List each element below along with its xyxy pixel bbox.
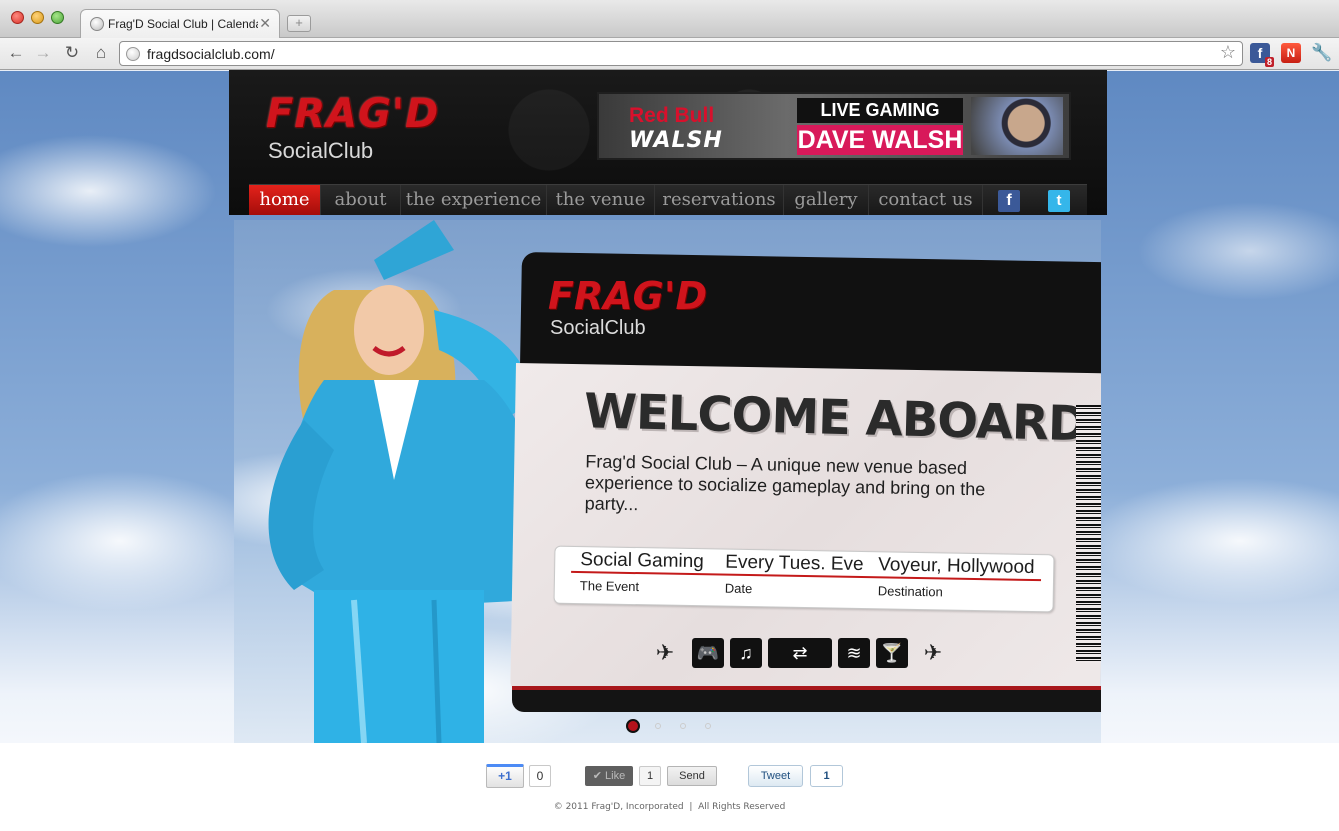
browser-toolbar: ← → ↻ ⌂ fragdsocialclub.com/ ☆ f 8 N 🔧 xyxy=(0,38,1339,70)
window-minimize-button[interactable] xyxy=(31,11,44,24)
nav-gallery[interactable]: gallery xyxy=(784,185,869,215)
copyright-text: © 2011 Frag'D, Incorporated | All Rights… xyxy=(553,802,786,812)
facebook-like-count: 1 xyxy=(639,766,661,786)
url-text[interactable]: fragdsocialclub.com/ xyxy=(147,46,275,62)
window-zoom-button[interactable] xyxy=(51,11,64,24)
twitter-icon[interactable]: t xyxy=(1048,190,1070,212)
facebook-icon[interactable]: f xyxy=(998,190,1020,212)
tab-close-icon[interactable]: ✕ xyxy=(259,15,271,32)
nav-reservations[interactable]: reservations xyxy=(655,185,784,215)
reload-icon[interactable]: ↻ xyxy=(62,43,82,63)
slide-dot-3[interactable] xyxy=(680,723,686,729)
tab-title: Frag'D Social Club | Calendar xyxy=(108,17,258,31)
gamepad-icon: 🎮 xyxy=(692,638,724,668)
ticket-logo: FRAG'D SocialClub xyxy=(548,275,707,340)
ticket-footer xyxy=(512,686,1101,712)
ticket-logo-fragd: FRAG'D xyxy=(548,274,707,318)
logo-socialclub-text: SocialClub xyxy=(268,138,374,163)
nav-contact-us[interactable]: contact us xyxy=(869,185,983,215)
page-footer-area xyxy=(0,743,1339,831)
date-label: Date xyxy=(724,580,753,597)
nav-home[interactable]: home xyxy=(249,185,321,215)
ticket-barcode xyxy=(1076,405,1101,663)
browser-titlebar: Frag'D Social Club | Calendar ✕ + xyxy=(0,0,1339,39)
event-details: Social Gaming The Event Every Tues. Eve … xyxy=(553,545,1055,613)
facebook-like-button[interactable]: ✔ Like xyxy=(585,766,633,786)
tweet-count: 1 xyxy=(810,765,843,787)
logo-fragd-text: FRAG'D xyxy=(266,91,440,137)
destination-value: Voyeur, Hollywood xyxy=(878,554,1035,579)
event-value: Social Gaming xyxy=(580,549,705,573)
slide-dot-1[interactable] xyxy=(626,719,640,733)
main-nav: home about the experience the venue rese… xyxy=(249,184,1087,215)
wrench-icon[interactable]: 🔧 xyxy=(1311,43,1332,63)
site-info-icon[interactable] xyxy=(126,47,140,61)
globe-icon xyxy=(90,17,104,31)
redbull-banner-ad[interactable]: Red Bull WALSH LIVE GAMING WITH DAVE WAL… xyxy=(597,92,1071,160)
cocktail-icon: 🍸 xyxy=(876,638,908,668)
banner-line2: DAVE WALSH xyxy=(797,125,963,155)
google-plus-one-button[interactable]: +1 xyxy=(486,764,524,788)
banner-line1: LIVE GAMING WITH xyxy=(797,98,963,145)
facebook-send-button[interactable]: Send xyxy=(667,766,717,786)
facebook-extension-glyph: f xyxy=(1257,45,1263,61)
destination-label: Destination xyxy=(877,583,943,600)
site-logo[interactable]: FRAG'D SocialClub xyxy=(266,92,439,164)
banner-name: WALSH xyxy=(629,128,723,153)
nav-about[interactable]: about xyxy=(321,185,401,215)
browser-tab[interactable]: Frag'D Social Club | Calendar ✕ xyxy=(80,9,280,39)
wing-icon: ✈ xyxy=(923,640,943,665)
google-plus-count: 0 xyxy=(529,765,551,787)
bookmark-star-icon[interactable]: ☆ xyxy=(1220,42,1236,63)
red-extension-icon[interactable]: N xyxy=(1281,43,1301,63)
welcome-tagline: Frag'd Social Club – A unique new venue … xyxy=(584,451,986,515)
nav-the-experience[interactable]: the experience xyxy=(401,185,547,215)
window-close-button[interactable] xyxy=(11,11,24,24)
notification-badge: 8 xyxy=(1264,57,1274,67)
music-icon: ♫ xyxy=(730,638,762,668)
cigar-icon: ≋ xyxy=(838,638,870,668)
banner-brand: Red Bull xyxy=(629,104,715,127)
date-value: Every Tues. Eve xyxy=(725,551,864,576)
tweet-button[interactable]: Tweet xyxy=(748,765,803,787)
plug-icon: ⇄ xyxy=(768,638,832,668)
home-icon[interactable]: ⌂ xyxy=(91,43,111,63)
slide-dot-4[interactable] xyxy=(705,723,711,729)
address-bar[interactable]: fragdsocialclub.com/ ☆ xyxy=(119,41,1243,66)
forward-arrow-icon[interactable]: → xyxy=(33,43,53,63)
event-label: The Event xyxy=(579,578,640,595)
banner-photo xyxy=(971,97,1063,155)
slide-dot-2[interactable] xyxy=(655,723,661,729)
new-tab-button[interactable]: + xyxy=(287,15,311,32)
facebook-extension-icon[interactable]: f 8 xyxy=(1250,43,1274,67)
hero-slideshow: FRAG'D SocialClub WELCOME ABOARD, Frag'd… xyxy=(234,220,1101,743)
back-arrow-icon[interactable]: ← xyxy=(6,43,26,63)
wing-icon: ✈ xyxy=(655,640,675,665)
ticket-logo-socialclub: SocialClub xyxy=(550,317,646,339)
nav-the-venue[interactable]: the venue xyxy=(547,185,655,215)
